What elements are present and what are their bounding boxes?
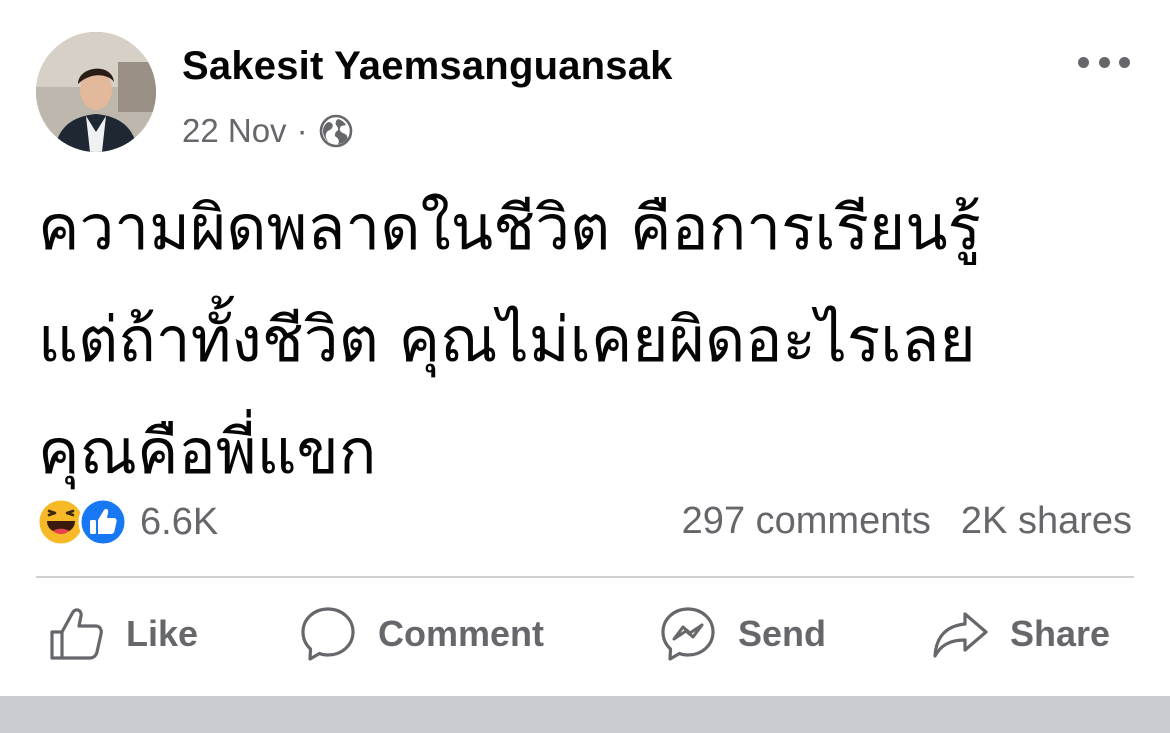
comments-count[interactable]: 297 comments <box>682 500 931 543</box>
author-avatar[interactable] <box>36 32 156 152</box>
feed-separator <box>0 696 1170 733</box>
comment-button[interactable]: Comment <box>298 604 544 664</box>
share-arrow-icon <box>933 612 988 658</box>
meta-separator: · <box>296 112 308 149</box>
post-text-line: ความผิดพลาดในชีวิต คือการเรียนรู้ <box>38 191 981 264</box>
like-reaction-icon <box>78 497 128 547</box>
more-dot <box>1098 56 1110 68</box>
post-meta: 22 Nov · <box>182 112 354 150</box>
more-dot <box>1119 56 1130 68</box>
like-button[interactable]: Like <box>46 604 198 664</box>
share-button[interactable]: Share <box>930 604 1110 664</box>
globe-icon <box>319 114 352 148</box>
facebook-post: Sakesit Yaemsanguansak 22 Nov · ความผิดพ… <box>0 0 1170 696</box>
share-label: Share <box>1010 613 1111 654</box>
shares-count[interactable]: 2K shares <box>961 500 1132 543</box>
divider <box>36 576 1134 578</box>
more-dot <box>1078 56 1089 68</box>
post-text-line: คุณคือพี่แขก <box>38 415 377 488</box>
reactions-summary[interactable]: 6.6K <box>36 497 218 547</box>
post-text: ความผิดพลาดในชีวิต คือการเรียนรู้ แต่ถ้า… <box>38 172 1138 508</box>
post-date[interactable]: 22 Nov <box>182 112 287 150</box>
more-options-button[interactable] <box>1078 48 1130 76</box>
engagement-stats: 297 comments 2K shares <box>682 500 1132 543</box>
avatar-photo <box>36 32 156 152</box>
reaction-count: 6.6K <box>140 500 219 543</box>
thumbs-up-icon <box>50 608 103 660</box>
comment-label: Comment <box>378 613 545 654</box>
send-button[interactable]: Send <box>658 604 826 664</box>
messenger-icon <box>661 607 715 661</box>
send-label: Send <box>738 613 827 654</box>
author-name[interactable]: Sakesit Yaemsanguansak <box>182 44 673 89</box>
post-text-line: แต่ถ้าทั้งชีวิต คุณไม่เคยผิดอะไรเลย <box>38 303 976 376</box>
speech-bubble-icon <box>301 607 355 661</box>
like-label: Like <box>126 613 199 654</box>
